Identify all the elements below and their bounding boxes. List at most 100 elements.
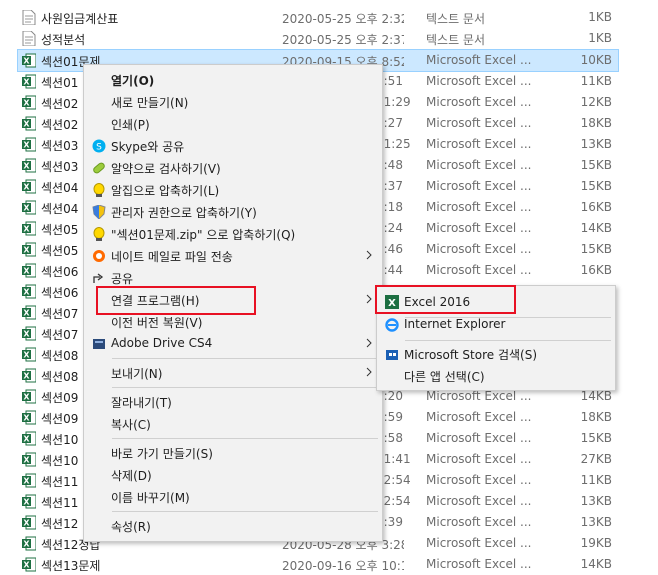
menu-item-rename[interactable]: 이름 바꾸기(M) xyxy=(86,486,380,508)
svg-text:X: X xyxy=(23,477,30,486)
svg-text:X: X xyxy=(23,435,30,444)
svg-text:X: X xyxy=(23,498,30,507)
file-date: 2020-05-25 오후 2:37 xyxy=(282,33,404,47)
submenu-item-store[interactable]: Microsoft Store 검색(S) xyxy=(379,343,613,365)
menu-item-label: 이전 버전 복원(V) xyxy=(111,316,203,330)
file-size: 27KB xyxy=(580,452,612,466)
file-date: 2020-05-25 오후 2:32 xyxy=(282,12,404,26)
file-type: Microsoft Excel ... xyxy=(426,263,532,277)
submenu-item-label: 다른 앱 선택(C) xyxy=(404,370,485,384)
file-size: 15KB xyxy=(580,242,612,256)
submenu-item-ie[interactable]: Internet Explorer xyxy=(379,314,613,336)
menu-item-properties[interactable]: 속성(R) xyxy=(86,515,380,537)
excel-file-icon: X xyxy=(22,284,37,299)
menu-item-send-to[interactable]: 보내기(N) xyxy=(86,362,380,384)
menu-item-label: 속성(R) xyxy=(111,520,151,534)
menu-item-nate[interactable]: 네이트 메일로 파일 전송 xyxy=(86,245,380,267)
file-name: 섹션03 xyxy=(41,139,79,153)
menu-item-label: 알약으로 검사하기(V) xyxy=(111,162,221,176)
file-row[interactable]: 성적분석 2020-05-25 오후 2:37 텍스트 문서 1KB xyxy=(18,28,618,49)
excel-file-icon: X xyxy=(22,389,37,404)
menu-item-alzip[interactable]: 알집으로 압축하기(L) xyxy=(86,179,380,201)
share-icon xyxy=(92,271,106,285)
svg-text:X: X xyxy=(23,120,30,129)
menu-item-new[interactable]: 새로 만들기(N) xyxy=(86,91,380,113)
menu-item-admin-zip[interactable]: 관리자 권한으로 압축하기(Y) xyxy=(86,201,380,223)
menu-item-label: 공유 xyxy=(111,272,134,286)
file-name: 섹션12 xyxy=(41,517,79,531)
svg-text:X: X xyxy=(23,519,30,528)
file-name: 섹션05 xyxy=(41,244,79,258)
file-type: Microsoft Excel ... xyxy=(426,74,532,88)
file-size: 16KB xyxy=(580,263,612,277)
menu-item-shortcut[interactable]: 바로 가기 만들기(S) xyxy=(86,442,380,464)
excel-file-icon: X xyxy=(22,494,37,509)
file-name: 성적분석 xyxy=(41,33,86,47)
menu-item-delete[interactable]: 삭제(D) xyxy=(86,464,380,486)
chevron-right-icon xyxy=(364,365,374,379)
menu-item-adobe-drive[interactable]: Adobe Drive CS4 xyxy=(86,333,380,355)
file-size: 19KB xyxy=(580,536,612,550)
menu-item-label: 알집으로 압축하기(L) xyxy=(111,184,220,198)
menu-separator xyxy=(112,387,378,388)
menu-item-label: 관리자 권한으로 압축하기(Y) xyxy=(111,206,257,220)
excel-file-icon: X xyxy=(22,74,37,89)
file-row[interactable]: 사원임금계산표 2020-05-25 오후 2:32 텍스트 문서 1KB xyxy=(18,7,618,28)
menu-item-label: 새로 만들기(N) xyxy=(111,96,189,110)
store-icon xyxy=(385,347,399,361)
file-name: 섹션06 xyxy=(41,286,79,300)
svg-text:X: X xyxy=(23,456,30,465)
menu-item-alyac[interactable]: 알약으로 검사하기(V) xyxy=(86,157,380,179)
text-doc-icon xyxy=(22,9,36,26)
excel-file-icon: X xyxy=(22,431,37,446)
alzip-icon xyxy=(92,227,106,241)
svg-text:S: S xyxy=(96,143,102,153)
file-name: 섹션06 xyxy=(41,265,79,279)
excel-file-icon: X xyxy=(22,116,37,131)
excel-file-icon: X xyxy=(22,557,37,572)
menu-item-label: 보내기(N) xyxy=(111,367,163,381)
menu-item-zip-name[interactable]: "섹션01문제.zip" 으로 압축하기(Q) xyxy=(86,223,380,245)
file-name: 섹션10 xyxy=(41,454,79,468)
highlight-excel xyxy=(375,285,516,314)
file-size: 13KB xyxy=(580,494,612,508)
file-name: 섹션02 xyxy=(41,118,79,132)
svg-text:X: X xyxy=(23,414,30,423)
file-name: 섹션04 xyxy=(41,181,79,195)
menu-separator xyxy=(112,358,378,359)
file-type: 텍스트 문서 xyxy=(426,12,486,26)
file-type: Microsoft Excel ... xyxy=(426,410,532,424)
excel-file-icon: X xyxy=(22,347,37,362)
menu-item-label: 잘라내기(T) xyxy=(111,396,172,410)
file-name: 섹션07 xyxy=(41,307,79,321)
menu-item-copy[interactable]: 복사(C) xyxy=(86,413,380,435)
chevron-right-icon xyxy=(364,336,374,350)
file-name: 사원임금계산표 xyxy=(41,12,119,26)
file-type: Microsoft Excel ... xyxy=(426,557,532,571)
alzip-icon xyxy=(92,183,106,197)
file-type: Microsoft Excel ... xyxy=(426,431,532,445)
file-type: Microsoft Excel ... xyxy=(426,242,532,256)
file-type: Microsoft Excel ... xyxy=(426,179,532,193)
file-type: Microsoft Excel ... xyxy=(426,389,532,403)
menu-item-open[interactable]: 열기(O) xyxy=(86,69,380,91)
svg-text:X: X xyxy=(23,309,30,318)
excel-file-icon: X xyxy=(22,368,37,383)
file-type: Microsoft Excel ... xyxy=(426,137,532,151)
menu-item-cut[interactable]: 잘라내기(T) xyxy=(86,391,380,413)
menu-item-label: 네이트 메일로 파일 전송 xyxy=(111,250,233,264)
submenu-item-other-app[interactable]: 다른 앱 선택(C) xyxy=(379,365,613,387)
svg-text:X: X xyxy=(23,561,30,570)
svg-text:X: X xyxy=(23,351,30,360)
file-row[interactable]: X 섹션13문제 2020-09-16 오후 10:11 Microsoft Exce… xyxy=(18,554,618,575)
menu-item-skype[interactable]: S Skype와 공유 xyxy=(86,135,380,157)
svg-text:X: X xyxy=(23,393,30,402)
pill-icon xyxy=(92,161,106,175)
excel-file-icon: X xyxy=(22,326,37,341)
excel-file-icon: X xyxy=(22,53,37,68)
excel-file-icon: X xyxy=(22,263,37,278)
file-size: 15KB xyxy=(580,431,612,445)
menu-item-print[interactable]: 인쇄(P) xyxy=(86,113,380,135)
file-name: 섹션08 xyxy=(41,370,79,384)
file-size: 12KB xyxy=(580,95,612,109)
